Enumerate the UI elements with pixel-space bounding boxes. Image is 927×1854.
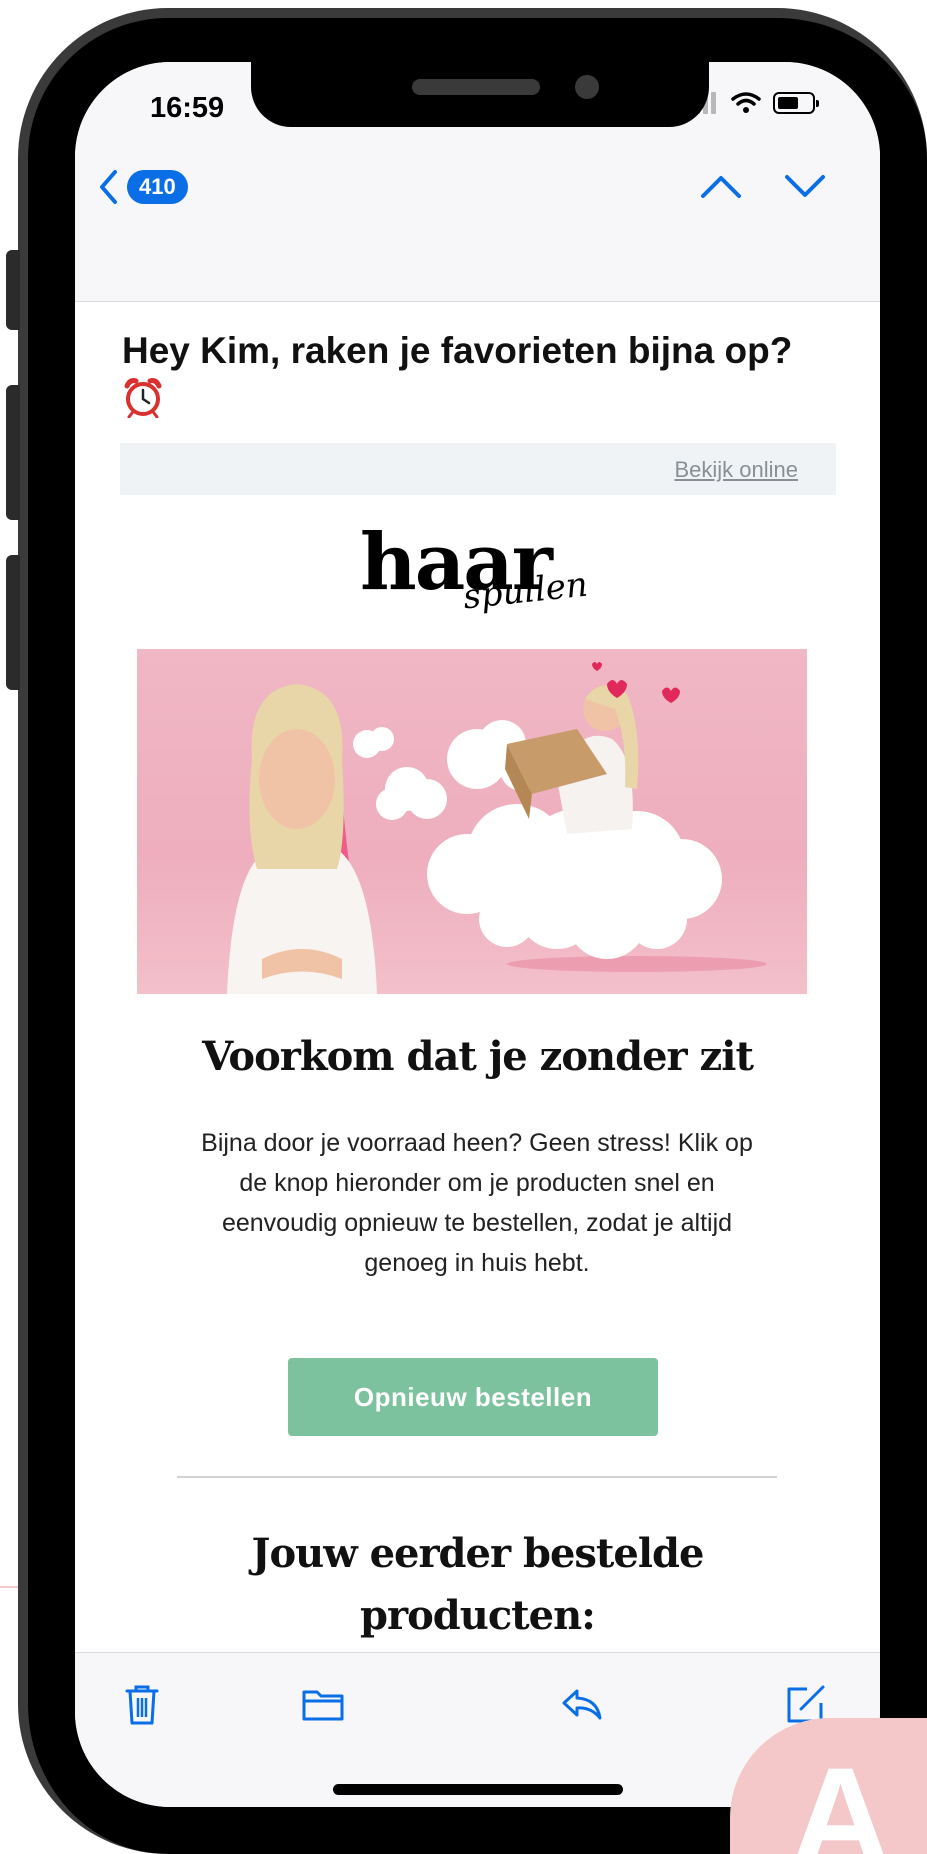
- email-subject: Hey Kim, raken je favorieten bijna op?: [122, 330, 793, 371]
- front-camera: [575, 75, 599, 99]
- status-time: 16:59: [150, 92, 225, 124]
- mail-nav-bar: [75, 132, 880, 302]
- chevron-up-icon[interactable]: [700, 172, 742, 200]
- view-online-link[interactable]: Bekijk online: [674, 457, 798, 483]
- trash-icon[interactable]: [119, 1681, 165, 1727]
- alarm-clock-icon: [124, 378, 162, 418]
- unread-count-badge: 410: [127, 170, 188, 204]
- speaker: [412, 79, 540, 95]
- chevron-left-icon: [100, 170, 117, 204]
- email-heading: Voorkom dat je zonder zit: [202, 1033, 754, 1080]
- chevron-down-icon[interactable]: [784, 172, 826, 200]
- previous-products-heading: Jouw eerder bestelde producten:: [251, 1530, 705, 1639]
- divider: [177, 1476, 777, 1478]
- wifi-icon: [731, 92, 761, 113]
- reply-icon[interactable]: [559, 1681, 605, 1727]
- message-nav-arrows: [700, 172, 826, 200]
- reorder-button[interactable]: Opnieuw bestellen: [288, 1358, 658, 1436]
- phone-screen: 16:59 410 Hey Kim, raken je favorieten b…: [75, 62, 880, 1807]
- volume-up-button: [6, 385, 20, 520]
- home-indicator[interactable]: [333, 1784, 623, 1795]
- back-button[interactable]: 410: [97, 164, 217, 210]
- volume-down-button: [6, 555, 20, 690]
- watermark-letter: A: [790, 1738, 892, 1854]
- email-body: Hey Kim, raken je favorieten bijna op? B…: [75, 303, 880, 1713]
- silent-switch: [6, 250, 20, 330]
- email-paragraph: Bijna door je voorraad heen? Geen stress…: [201, 1129, 753, 1277]
- notch: [251, 62, 709, 127]
- battery-icon: [773, 92, 819, 114]
- view-online-bar: Bekijk online: [120, 443, 836, 495]
- hero-illustration: [227, 662, 767, 994]
- folder-icon[interactable]: [300, 1681, 346, 1727]
- brand-logo: haar spullen: [75, 513, 880, 623]
- hero-image: [137, 649, 807, 994]
